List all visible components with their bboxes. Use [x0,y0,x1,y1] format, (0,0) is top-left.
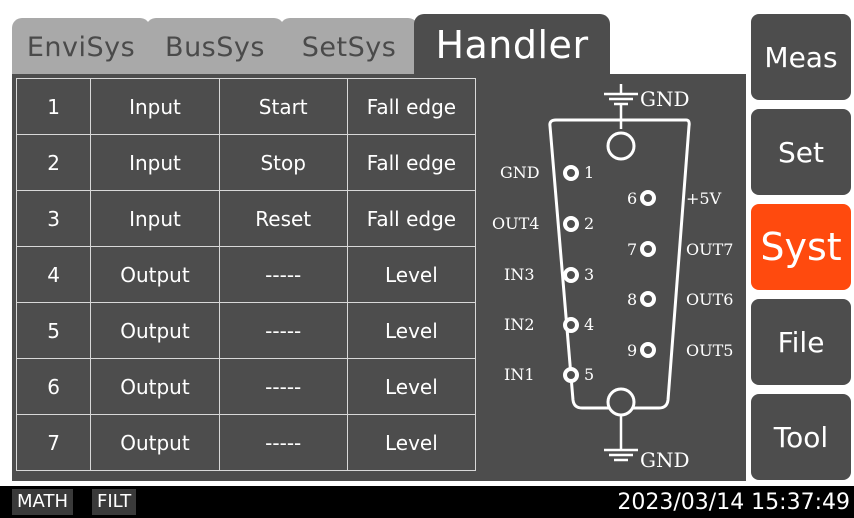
pin-number-cell: 3 [15,190,92,247]
pin-number: 5 [584,365,594,384]
pin-label: IN2 [504,315,535,334]
pin-number: 2 [584,214,594,233]
pin-number: 4 [584,315,594,334]
tab-bussys[interactable]: BusSys [146,18,284,74]
function-cell[interactable]: ----- [218,358,348,415]
pin-number-cell: 7 [15,414,92,471]
syst-button[interactable]: Syst [751,204,851,290]
ground-symbol-bottom [604,415,638,462]
datetime-display: 2023/03/14 15:37:49 [617,490,850,515]
set-button[interactable]: Set [751,109,851,195]
pin-number: 1 [584,163,594,182]
pin-number-cell: 2 [15,134,92,191]
pin-5 [563,367,579,383]
function-cell[interactable]: ----- [218,414,348,471]
function-cell[interactable]: Stop [218,134,348,191]
direction-cell[interactable]: Output [90,246,220,303]
pin-number: 7 [627,240,637,259]
trigger-cell[interactable]: Fall edge [346,134,477,191]
filt-indicator: FILT [92,489,137,515]
pin-label: OUT5 [686,341,733,360]
pin-number-cell: 1 [15,78,92,135]
table-row[interactable]: 4 Output ----- Level [15,246,477,303]
tab-setsys[interactable]: SetSys [280,18,418,74]
pin-9 [640,342,656,358]
pin-label: OUT6 [686,290,733,309]
pin-3 [563,267,579,283]
pin-label: +5V [686,189,722,208]
trigger-cell[interactable]: Fall edge [346,78,477,135]
pin-number-cell: 4 [15,246,92,303]
table-row[interactable]: 2 Input Stop Fall edge [15,134,477,191]
function-cell[interactable]: ----- [218,246,348,303]
table-row[interactable]: 6 Output ----- Level [15,358,477,415]
trigger-cell[interactable]: Level [346,302,477,359]
trigger-cell[interactable]: Fall edge [346,190,477,247]
direction-cell[interactable]: Input [90,190,220,247]
trigger-cell[interactable]: Level [346,414,477,471]
pin-label: OUT4 [492,214,539,233]
file-button[interactable]: File [751,299,851,385]
handler-pin-table: 1 Input Start Fall edge 2 Input Stop Fal… [15,78,477,471]
direction-cell[interactable]: Output [90,414,220,471]
pin-label: IN3 [504,265,535,284]
right-pin-column: 6 +5V 7 OUT7 8 OUT6 9 OUT5 [627,189,733,360]
status-bar: MATH FILT 2023/03/14 15:37:49 [0,486,854,518]
function-cell[interactable]: Start [218,78,348,135]
math-indicator: MATH [12,489,73,515]
pin-number: 9 [627,341,637,360]
pin-number: 3 [584,265,594,284]
pin-number-cell: 5 [15,302,92,359]
pin-2 [563,216,579,232]
connector-outline [548,118,691,410]
table-row[interactable]: 3 Input Reset Fall edge [15,190,477,247]
pin-6 [640,190,656,206]
pin-4 [563,317,579,333]
pin-8 [640,291,656,307]
table-row[interactable]: 5 Output ----- Level [15,302,477,359]
pin-number: 8 [627,290,637,309]
direction-cell[interactable]: Output [90,302,220,359]
pin-label: IN1 [504,365,535,384]
mounting-hole-bottom [606,387,636,417]
function-cell[interactable]: ----- [218,302,348,359]
pin-7 [640,241,656,257]
db9-connector-diagram: GND GND GND 1 OUT4 2 IN3 3 IN2 4 IN1 5 6… [492,84,733,472]
pin-1 [563,165,579,181]
left-pin-column: GND 1 OUT4 2 IN3 3 IN2 4 IN1 5 [492,163,594,384]
table-row[interactable]: 1 Input Start Fall edge [15,78,477,135]
top-gnd-label: GND [640,87,690,111]
handler-panel: 1 Input Start Fall edge 2 Input Stop Fal… [12,74,746,481]
pin-label: OUT7 [686,240,733,259]
direction-cell[interactable]: Output [90,358,220,415]
tool-button[interactable]: Tool [751,394,851,480]
pin-label: GND [500,163,540,182]
pin-number: 6 [627,189,637,208]
meas-button[interactable]: Meas [751,14,851,100]
table-row[interactable]: 7 Output ----- Level [15,414,477,471]
pin-number-cell: 6 [15,358,92,415]
tab-handler[interactable]: Handler [414,14,610,74]
direction-cell[interactable]: Input [90,78,220,135]
mounting-hole-top [606,131,636,161]
trigger-cell[interactable]: Level [346,358,477,415]
ground-symbol-top [604,84,638,129]
trigger-cell[interactable]: Level [346,246,477,303]
tab-envisys[interactable]: EnviSys [12,18,150,74]
bottom-gnd-label: GND [640,448,690,472]
direction-cell[interactable]: Input [90,134,220,191]
function-cell[interactable]: Reset [218,190,348,247]
